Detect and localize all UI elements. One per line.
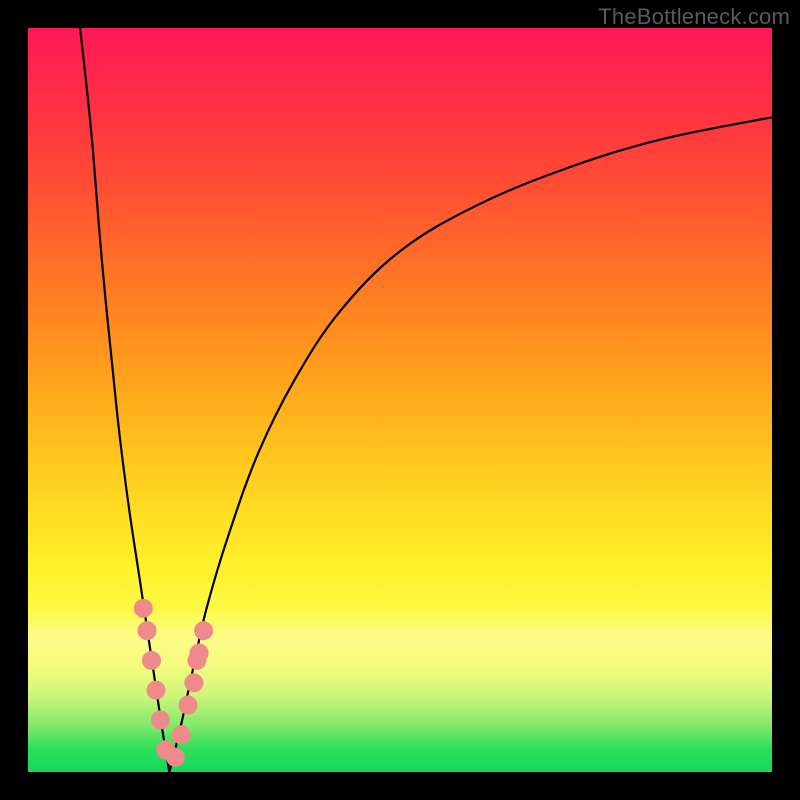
sample-dot bbox=[185, 674, 203, 692]
sample-dot bbox=[172, 726, 190, 744]
sample-dot bbox=[195, 622, 213, 640]
sample-dot bbox=[147, 681, 165, 699]
sample-dot bbox=[138, 622, 156, 640]
curve-right-branch bbox=[169, 117, 772, 772]
sample-dot bbox=[190, 644, 208, 662]
sample-dot bbox=[166, 748, 184, 766]
watermark-text: TheBottleneck.com bbox=[598, 4, 790, 30]
sample-dot bbox=[151, 711, 169, 729]
sample-dot bbox=[134, 599, 152, 617]
plot-area bbox=[28, 28, 772, 772]
sample-dots bbox=[134, 599, 212, 766]
curve-layer bbox=[28, 28, 772, 772]
chart-stage: TheBottleneck.com bbox=[0, 0, 800, 800]
sample-dot bbox=[179, 696, 197, 714]
sample-dot bbox=[143, 651, 161, 669]
